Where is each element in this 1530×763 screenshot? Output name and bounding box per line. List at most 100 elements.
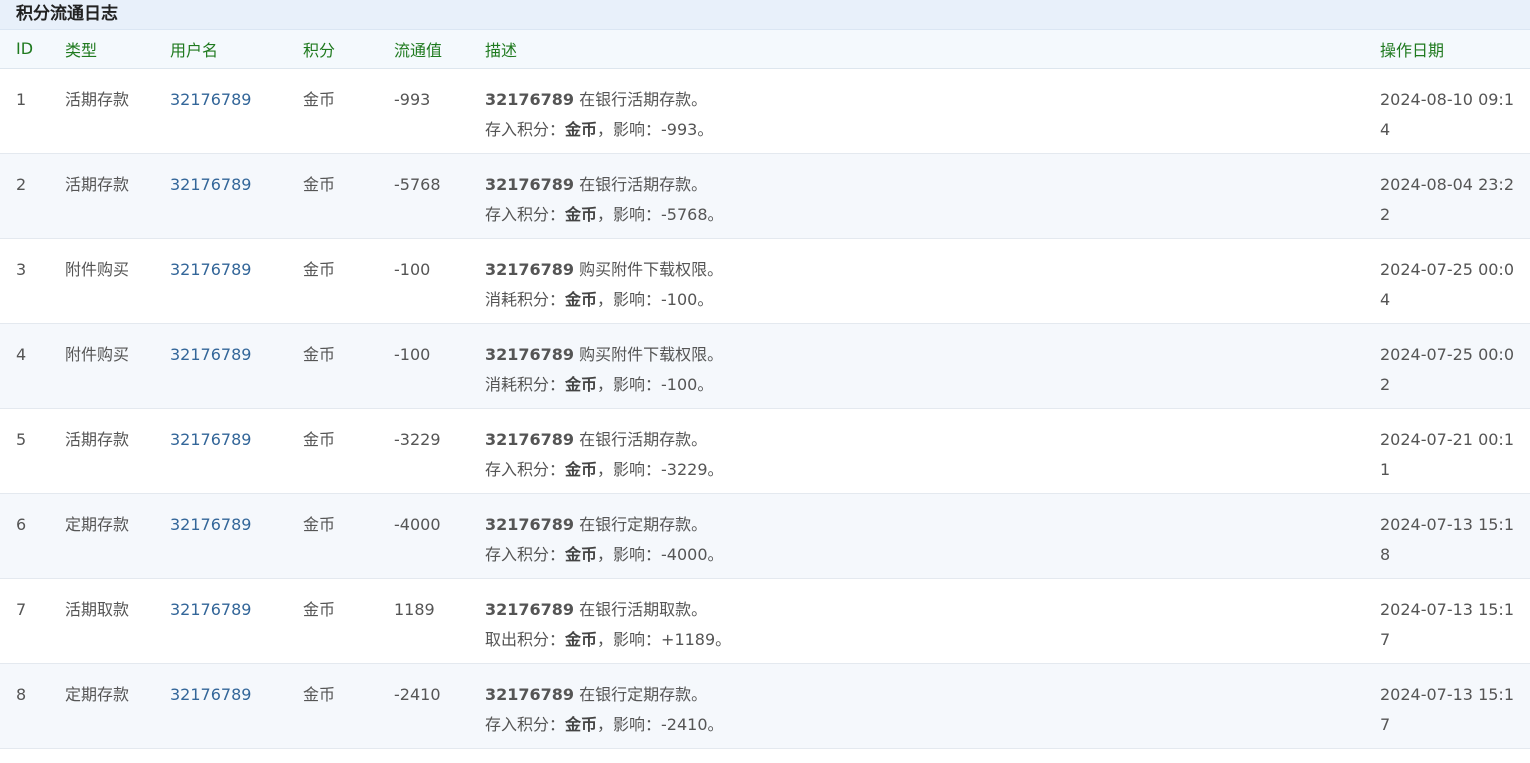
- description-prefix: 取出积分：: [485, 629, 566, 649]
- cell-value: 1189: [394, 599, 435, 619]
- cell-type: 活期存款: [65, 429, 130, 449]
- description-prefix: 存入积分：: [485, 714, 566, 734]
- cell-value: -4000: [394, 514, 441, 534]
- description-effect: ，影响：-4000。: [597, 544, 724, 564]
- column-header-description: 描述: [485, 30, 1380, 69]
- cell-user: 32176789: [170, 408, 303, 493]
- cell-date: 2024-07-21 00:11: [1380, 429, 1514, 479]
- cell-id: 3: [16, 259, 27, 279]
- description-line-2: 存入积分：金币，影响：-4000。: [485, 540, 1380, 570]
- description-credit: 金币: [565, 544, 598, 564]
- cell-user: 32176789: [170, 323, 303, 408]
- cell-credit: 金币: [303, 599, 336, 619]
- table-body: 1 活期存款 32176789 金币 -993 32176789 在银行活期存款…: [0, 68, 1530, 748]
- cell-date: 2024-07-25 00:02: [1380, 344, 1514, 394]
- description-line-1: 32176789 购买附件下载权限。: [485, 340, 1380, 370]
- description-user: 32176789: [485, 429, 575, 449]
- description-line-1: 32176789 在银行定期存款。: [485, 680, 1380, 710]
- cell-date: 2024-07-13 15:17: [1380, 599, 1514, 649]
- column-header-type: 类型: [65, 30, 170, 69]
- description-prefix: 存入积分：: [485, 119, 566, 139]
- cell-date: 2024-07-13 15:18: [1380, 514, 1514, 564]
- description-line-1: 32176789 在银行活期存款。: [485, 85, 1380, 115]
- cell-credit: 金币: [303, 514, 336, 534]
- table-row: 6 定期存款 32176789 金币 -4000 32176789 在银行定期存…: [0, 493, 1530, 578]
- description-action: 在银行活期取款。: [574, 599, 708, 619]
- cell-date: 2024-07-13 15:17: [1380, 684, 1514, 734]
- description-action: 在银行定期存款。: [574, 684, 708, 704]
- user-link[interactable]: 32176789: [170, 345, 251, 364]
- cell-user: 32176789: [170, 663, 303, 748]
- description-line-2: 消耗积分：金币，影响：-100。: [485, 370, 1380, 400]
- description-user: 32176789: [485, 89, 575, 109]
- description-credit: 金币: [565, 459, 598, 479]
- cell-type: 活期取款: [65, 599, 130, 619]
- cell-value: -5768: [394, 174, 441, 194]
- description-effect: ，影响：+1189。: [597, 629, 732, 649]
- description-line-2: 存入积分：金币，影响：-5768。: [485, 200, 1380, 230]
- cell-type: 活期存款: [65, 174, 130, 194]
- description-prefix: 消耗积分：: [485, 289, 566, 309]
- column-header-credit: 积分: [303, 30, 394, 69]
- description-line-2: 存入积分：金币，影响：-2410。: [485, 710, 1380, 740]
- cell-type: 附件购买: [65, 259, 130, 279]
- column-header-value: 流通值: [394, 30, 485, 69]
- cell-credit: 金币: [303, 259, 336, 279]
- user-link[interactable]: 32176789: [170, 515, 251, 534]
- description-effect: ，影响：-2410。: [597, 714, 724, 734]
- description-line-1: 32176789 在银行活期取款。: [485, 595, 1380, 625]
- description-action: 在银行活期存款。: [574, 429, 708, 449]
- cell-value: -100: [394, 344, 431, 364]
- description-effect: ，影响：-993。: [597, 119, 714, 139]
- description-user: 32176789: [485, 174, 575, 194]
- cell-id: 2: [16, 174, 27, 194]
- cell-description: 32176789 在银行活期存款。 存入积分：金币，影响：-3229。: [485, 408, 1380, 493]
- cell-id: 5: [16, 429, 27, 449]
- table-row: 4 附件购买 32176789 金币 -100 32176789 购买附件下载权…: [0, 323, 1530, 408]
- description-effect: ，影响：-3229。: [597, 459, 724, 479]
- description-action: 购买附件下载权限。: [574, 259, 724, 279]
- description-line-1: 32176789 在银行定期存款。: [485, 510, 1380, 540]
- cell-description: 32176789 在银行活期存款。 存入积分：金币，影响：-993。: [485, 68, 1380, 153]
- cell-description: 32176789 在银行定期存款。 存入积分：金币，影响：-2410。: [485, 663, 1380, 748]
- description-prefix: 消耗积分：: [485, 374, 566, 394]
- cell-date: 2024-07-25 00:04: [1380, 259, 1514, 309]
- cell-credit: 金币: [303, 429, 336, 449]
- user-link[interactable]: 32176789: [170, 600, 251, 619]
- description-credit: 金币: [565, 629, 598, 649]
- cell-credit: 金币: [303, 684, 336, 704]
- cell-type: 活期存款: [65, 89, 130, 109]
- cell-type: 定期存款: [65, 684, 130, 704]
- description-line-2: 存入积分：金币，影响：-993。: [485, 115, 1380, 145]
- cell-description: 32176789 在银行活期存款。 存入积分：金币，影响：-5768。: [485, 153, 1380, 238]
- cell-value: -100: [394, 259, 431, 279]
- description-action: 在银行活期存款。: [574, 174, 708, 194]
- user-link[interactable]: 32176789: [170, 90, 251, 109]
- cell-description: 32176789 在银行活期取款。 取出积分：金币，影响：+1189。: [485, 578, 1380, 663]
- cell-description: 32176789 在银行定期存款。 存入积分：金币，影响：-4000。: [485, 493, 1380, 578]
- cell-id: 8: [16, 684, 27, 704]
- table-row: 3 附件购买 32176789 金币 -100 32176789 购买附件下载权…: [0, 238, 1530, 323]
- description-action: 购买附件下载权限。: [574, 344, 724, 364]
- user-link[interactable]: 32176789: [170, 430, 251, 449]
- user-link[interactable]: 32176789: [170, 685, 251, 704]
- description-line-2: 消耗积分：金币，影响：-100。: [485, 285, 1380, 315]
- table-row: 2 活期存款 32176789 金币 -5768 32176789 在银行活期存…: [0, 153, 1530, 238]
- description-line-2: 存入积分：金币，影响：-3229。: [485, 455, 1380, 485]
- table-row: 7 活期取款 32176789 金币 1189 32176789 在银行活期取款…: [0, 578, 1530, 663]
- cell-id: 7: [16, 599, 27, 619]
- description-line-1: 32176789 购买附件下载权限。: [485, 255, 1380, 285]
- description-action: 在银行活期存款。: [574, 89, 708, 109]
- description-effect: ，影响：-5768。: [597, 204, 724, 224]
- user-link[interactable]: 32176789: [170, 175, 251, 194]
- page-title: 积分流通日志: [0, 0, 1530, 30]
- description-action: 在银行定期存款。: [574, 514, 708, 534]
- column-header-date: 操作日期: [1380, 30, 1530, 69]
- cell-user: 32176789: [170, 493, 303, 578]
- user-link[interactable]: 32176789: [170, 260, 251, 279]
- cell-user: 32176789: [170, 578, 303, 663]
- cell-description: 32176789 购买附件下载权限。 消耗积分：金币，影响：-100。: [485, 238, 1380, 323]
- column-header-user: 用户名: [170, 30, 303, 69]
- cell-credit: 金币: [303, 344, 336, 364]
- description-prefix: 存入积分：: [485, 459, 566, 479]
